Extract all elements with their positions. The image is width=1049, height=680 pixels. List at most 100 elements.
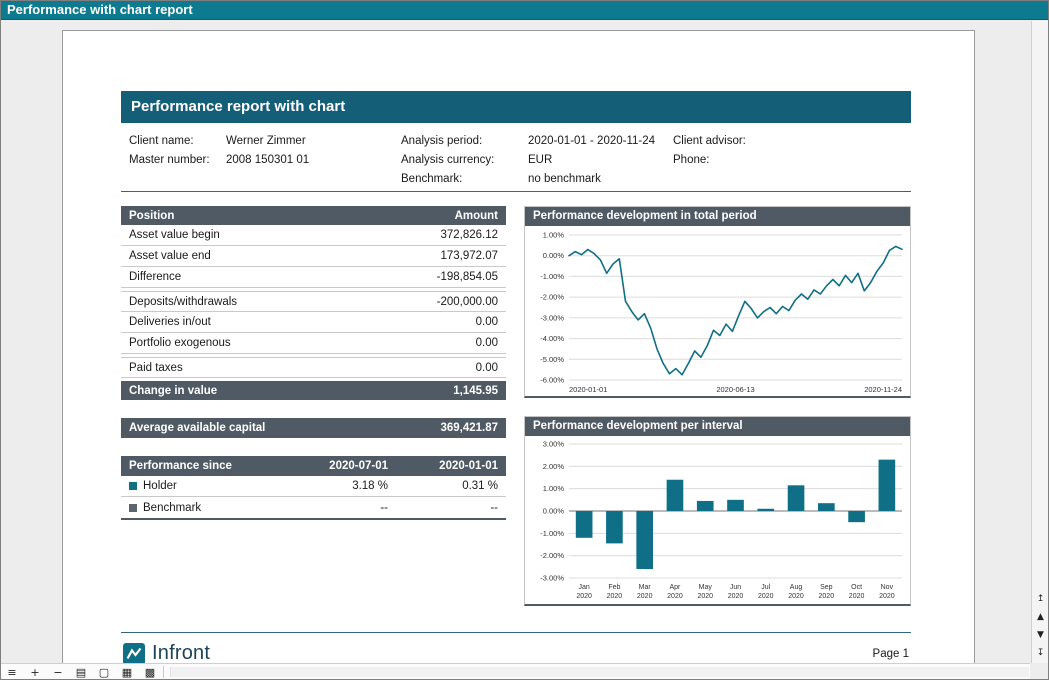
position-row: Difference-198,854.05 <box>121 267 506 288</box>
scroll-buttons: ↥ ▲ ▼ ↧ <box>1032 593 1049 660</box>
scroll-down-icon[interactable]: ▼ <box>1033 629 1049 642</box>
window-titlebar: Performance with chart report <box>0 0 1049 20</box>
svg-text:Mar: Mar <box>639 584 652 591</box>
svg-text:-6.00%: -6.00% <box>540 376 564 385</box>
client-info-row: Phone: <box>673 150 768 169</box>
svg-text:-2.00%: -2.00% <box>540 293 564 302</box>
position-row-amount: 372,826.12 <box>440 229 498 241</box>
report-page: Performance report with chart Client nam… <box>62 30 975 663</box>
performance-row: Holder3.18 %0.31 % <box>121 476 506 497</box>
svg-text:-5.00%: -5.00% <box>540 355 564 364</box>
performance-since-label: Performance since <box>129 460 276 472</box>
field-label: Client name: <box>129 135 226 147</box>
svg-text:2020: 2020 <box>819 593 835 600</box>
svg-text:2020: 2020 <box>697 593 713 600</box>
position-row: Portfolio exogenous0.00 <box>121 333 506 354</box>
grid-large-icon[interactable]: ▩ <box>143 665 157 680</box>
performance-column-1: 2020-07-01 <box>276 460 388 472</box>
svg-text:2020-01-01: 2020-01-01 <box>569 385 607 394</box>
series-swatch-icon <box>129 504 137 512</box>
svg-text:2020: 2020 <box>667 593 683 600</box>
average-capital-label: Average available capital <box>129 422 265 434</box>
field-label: Client advisor: <box>673 135 768 147</box>
svg-text:Jul: Jul <box>761 584 770 591</box>
position-row-label: Portfolio exogenous <box>129 337 231 349</box>
svg-text:-1.00%: -1.00% <box>540 272 564 281</box>
position-row: Deposits/withdrawals-200,000.00 <box>121 291 506 312</box>
client-info-row: Analysis period:2020-01-01 - 2020-11-24 <box>401 131 673 150</box>
performance-value-2: 0.31 % <box>388 480 498 492</box>
field-label: Phone: <box>673 154 768 166</box>
position-row: Deliveries in/out 0.00 <box>121 312 506 333</box>
svg-text:2020: 2020 <box>728 593 744 600</box>
report-body: Position Amount Asset value begin372,826… <box>121 206 911 606</box>
average-capital-bar: Average available capital 369,421.87 <box>121 418 506 438</box>
svg-text:2.00%: 2.00% <box>543 462 565 471</box>
scroll-top-icon[interactable]: ↥ <box>1033 593 1049 606</box>
svg-text:Oct: Oct <box>851 584 862 591</box>
svg-text:Apr: Apr <box>670 584 682 591</box>
svg-text:-3.00%: -3.00% <box>540 313 564 322</box>
infront-logo-icon <box>123 643 145 664</box>
svg-text:-3.00%: -3.00% <box>540 574 564 583</box>
svg-text:2020-11-24: 2020-11-24 <box>864 385 902 394</box>
position-row-amount: 0.00 <box>476 316 498 328</box>
grid-small-icon[interactable]: ▦ <box>120 665 134 680</box>
position-row: Asset value end173,972.07 <box>121 246 506 267</box>
position-group: Paid taxes0.00 <box>121 357 506 378</box>
client-info-column: Analysis period:2020-01-01 - 2020-11-24A… <box>401 131 673 188</box>
position-row-label: Deliveries in/out <box>129 316 211 328</box>
zoom-in-icon[interactable]: + <box>28 665 42 680</box>
zoom-out-icon[interactable]: − <box>51 665 65 680</box>
performance-table: Performance since 2020-07-01 2020-01-01 … <box>121 456 506 520</box>
performance-value-1: -- <box>276 502 388 514</box>
horizontal-scrollbar[interactable] <box>170 667 1029 677</box>
client-info-column: Client name:Werner ZimmerMaster number:2… <box>129 131 401 188</box>
window-title: Performance with chart report <box>7 2 193 17</box>
svg-text:2020: 2020 <box>576 593 592 600</box>
interval-bar-chart: 3.00%2.00%1.00%0.00%-1.00%-2.00%-3.00%Ja… <box>525 436 910 604</box>
field-value: 2020-01-01 - 2020-11-24 <box>528 135 655 147</box>
svg-text:2020: 2020 <box>607 593 623 600</box>
report-title: Performance report with chart <box>131 98 345 115</box>
single-page-icon[interactable]: ▢ <box>97 665 111 680</box>
client-info-row: Analysis currency:EUR <box>401 150 673 169</box>
svg-text:2020: 2020 <box>879 593 895 600</box>
svg-text:2020: 2020 <box>758 593 774 600</box>
total-period-chart-panel: Performance development in total period … <box>524 206 911 398</box>
total-period-line-chart: 1.00%0.00%-1.00%-2.00%-3.00%-4.00%-5.00%… <box>525 226 910 396</box>
field-label: Analysis period: <box>401 135 528 147</box>
scroll-bottom-icon[interactable]: ↧ <box>1033 647 1049 660</box>
svg-text:Jan: Jan <box>578 584 589 591</box>
report-content: Performance report with chart Client nam… <box>63 31 974 663</box>
page-layout-icon[interactable]: ▤ <box>74 665 88 680</box>
client-info-row: Master number:2008 150301 01 <box>129 150 401 169</box>
field-value: no benchmark <box>528 173 601 185</box>
document-workspace[interactable]: Performance report with chart Client nam… <box>1 21 1030 663</box>
svg-text:0.00%: 0.00% <box>543 507 565 516</box>
menu-icon[interactable]: ≡ <box>5 665 19 680</box>
toolbar-icons: ≡ +−▤ ▢ ▦ ▩ <box>5 665 157 680</box>
position-row: Asset value begin 372,826.12 <box>121 225 506 246</box>
bottom-toolbar: ≡ +−▤ ▢ ▦ ▩ <box>0 663 1030 680</box>
scroll-up-icon[interactable]: ▲ <box>1033 611 1049 624</box>
svg-text:Jun: Jun <box>730 584 741 591</box>
report-banner: Performance report with chart <box>121 91 911 123</box>
position-row-label: Asset value begin <box>129 229 220 241</box>
field-label: Master number: <box>129 154 226 166</box>
position-table: Position Amount Asset value begin372,826… <box>121 206 506 400</box>
svg-text:-2.00%: -2.00% <box>540 551 564 560</box>
total-label: Change in value <box>129 385 217 397</box>
position-row-amount: -198,854.05 <box>437 271 498 283</box>
performance-value-1: 3.18 % <box>276 480 388 492</box>
change-in-value-row: Change in value 1,145.95 <box>121 381 506 400</box>
average-capital-value: 369,421.87 <box>440 422 498 434</box>
interval-chart-title: Performance development per interval <box>525 417 910 436</box>
infront-brand: Infront <box>123 642 210 663</box>
vertical-scrollbar[interactable]: ↥ ▲ ▼ ↧ <box>1031 21 1049 663</box>
svg-text:-4.00%: -4.00% <box>540 334 564 343</box>
performance-row-label: Holder <box>143 480 276 492</box>
svg-text:Feb: Feb <box>608 584 620 591</box>
performance-table-body: Holder3.18 %0.31 %Benchmark---- <box>121 476 506 518</box>
svg-text:2020: 2020 <box>849 593 865 600</box>
